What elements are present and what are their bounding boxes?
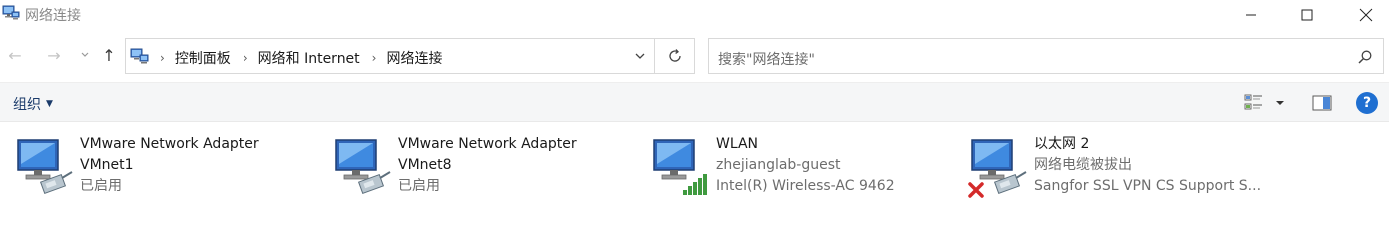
breadcrumb-network-connections[interactable]: 网络连接 (386, 48, 442, 68)
help-icon: ? (1362, 95, 1372, 111)
address-history-button[interactable] (626, 39, 654, 73)
item-name-line1: 以太网 2 (1034, 136, 1090, 152)
recent-locations-button[interactable] (74, 44, 96, 66)
ethernet-adapter-icon (966, 134, 1030, 198)
item-text: VMware Network Adapter VMnet8 已启用 (398, 134, 634, 197)
item-status: zhejianglab-guest (716, 157, 841, 173)
back-arrow-icon: ← (8, 45, 22, 65)
maximize-icon (1301, 9, 1313, 21)
wireless-adapter-icon (648, 134, 712, 198)
list-item-vmnet1[interactable]: VMware Network Adapter VMnet1 已启用 (0, 130, 318, 210)
chevron-down-icon (81, 52, 89, 57)
item-status: 已启用 (398, 178, 440, 194)
breadcrumb-control-panel[interactable]: 控制面板 (175, 48, 231, 68)
item-text: 以太网 2 网络电缆被拔出 Sangfor SSL VPN CS Support… (1034, 134, 1270, 197)
title-bar: 网络连接 (0, 0, 1389, 30)
forward-button[interactable]: → (43, 44, 65, 66)
item-name-line1: VMware Network Adapter (80, 136, 259, 152)
breadcrumb-separator-icon[interactable]: › (160, 51, 165, 65)
item-name-line2: VMnet1 (80, 157, 134, 173)
item-name-line1: WLAN (716, 136, 759, 152)
wired-adapter-icon (330, 134, 394, 198)
organize-label: 组织 (13, 97, 41, 113)
minimize-button[interactable] (1228, 0, 1274, 30)
command-bar: 组织 ▼ ? (0, 82, 1389, 122)
preview-pane-icon (1312, 95, 1332, 111)
maximize-button[interactable] (1284, 0, 1330, 30)
view-options-icon (1244, 94, 1262, 110)
refresh-button[interactable] (655, 39, 695, 73)
item-device: Sangfor SSL VPN CS Support S... (1034, 178, 1262, 194)
network-connections-icon (2, 4, 20, 22)
address-bar[interactable]: › 控制面板 › 网络和 Internet › 网络连接 (125, 38, 695, 74)
up-button[interactable]: ↑ (98, 44, 120, 66)
window-title: 网络连接 (25, 8, 81, 24)
item-text: VMware Network Adapter VMnet1 已启用 (80, 134, 316, 197)
item-status: 已启用 (80, 178, 122, 194)
network-location-icon (130, 47, 150, 65)
item-status: 网络电缆被拔出 (1034, 157, 1132, 173)
back-button[interactable]: ← (4, 44, 26, 66)
breadcrumb-network-internet[interactable]: 网络和 Internet (258, 48, 360, 68)
wired-adapter-icon (12, 134, 76, 198)
search-placeholder: 搜索"网络连接" (718, 52, 815, 68)
chevron-down-icon (635, 53, 645, 59)
item-name-line1: VMware Network Adapter (398, 136, 577, 152)
view-dropdown-button[interactable] (1274, 94, 1286, 112)
list-item-wlan[interactable]: WLAN zhejianglab-guest Intel(R) Wireless… (636, 130, 954, 210)
caret-down-icon (1276, 101, 1284, 105)
close-button[interactable] (1343, 0, 1389, 30)
signal-bars-icon (683, 174, 707, 195)
preview-pane-button[interactable] (1311, 93, 1333, 113)
item-device: Intel(R) Wireless-AC 9462 (716, 178, 895, 194)
search-input[interactable]: 搜索"网络连接" (708, 38, 1384, 74)
forward-arrow-icon: → (47, 45, 61, 65)
refresh-icon (669, 49, 681, 62)
change-view-button[interactable] (1243, 92, 1265, 114)
item-text: WLAN zhejianglab-guest Intel(R) Wireless… (716, 134, 952, 197)
connections-list: VMware Network Adapter VMnet1 已启用 VMware… (0, 122, 1389, 231)
list-item-vmnet8[interactable]: VMware Network Adapter VMnet8 已启用 (318, 130, 636, 210)
navigation-row: ← → ↑ › 控制面板 › 网络和 Internet › 网络连接 搜索"网络… (0, 36, 1389, 76)
search-icon[interactable] (1357, 49, 1373, 65)
minimize-icon (1246, 14, 1256, 16)
organize-menu-button[interactable]: 组织 ▼ (13, 94, 53, 114)
breadcrumb-separator-icon[interactable]: › (243, 51, 248, 65)
caret-down-icon: ▼ (46, 99, 53, 109)
close-icon (1359, 8, 1373, 22)
up-arrow-icon: ↑ (102, 45, 116, 65)
help-button[interactable]: ? (1356, 92, 1378, 114)
breadcrumb-separator-icon[interactable]: › (372, 51, 377, 65)
item-name-line2: VMnet8 (398, 157, 452, 173)
list-item-ethernet-2[interactable]: 以太网 2 网络电缆被拔出 Sangfor SSL VPN CS Support… (954, 130, 1272, 210)
disconnected-x-icon (968, 182, 984, 198)
breadcrumb: › 控制面板 › 网络和 Internet › 网络连接 (160, 48, 454, 68)
